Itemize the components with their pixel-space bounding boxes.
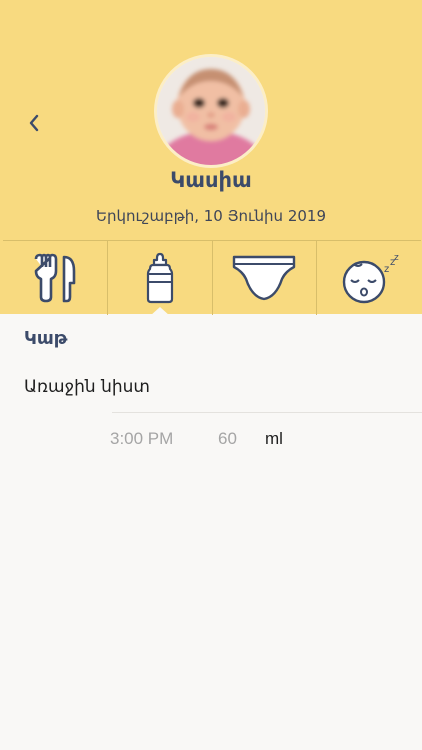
tab-sleep[interactable]: z z z xyxy=(317,241,421,315)
tab-feeding[interactable] xyxy=(3,241,108,315)
food-name[interactable]: Առաջին նիստ xyxy=(24,375,150,399)
tab-bottle[interactable] xyxy=(108,241,213,316)
divider xyxy=(112,412,422,413)
utensils-icon xyxy=(34,253,76,303)
back-button[interactable] xyxy=(22,110,46,136)
entry-amount[interactable]: 60 xyxy=(218,428,237,450)
avatar[interactable] xyxy=(157,57,265,165)
section-title: Կաթ xyxy=(24,328,68,349)
profile-header: Կասիա Երկուշաբթի, 10 Յունիս 2019 z z z xyxy=(0,0,422,316)
tab-diaper[interactable] xyxy=(213,241,318,315)
entry-time[interactable]: 3:00 PM xyxy=(110,428,173,450)
chevron-left-icon xyxy=(29,114,39,132)
sleeping-baby-icon: z z z xyxy=(342,253,399,304)
category-tabs: z z z xyxy=(3,240,421,316)
selected-tab-indicator xyxy=(149,307,170,316)
svg-text:z: z xyxy=(394,253,399,263)
child-name: Կասիա xyxy=(170,168,252,192)
baby-bottle-icon xyxy=(146,252,173,304)
diaper-icon xyxy=(233,255,296,301)
current-date: Երկուշաբթի, 10 Յունիս 2019 xyxy=(96,207,326,225)
entry-unit: ml xyxy=(265,429,283,448)
svg-text:z: z xyxy=(384,264,389,275)
